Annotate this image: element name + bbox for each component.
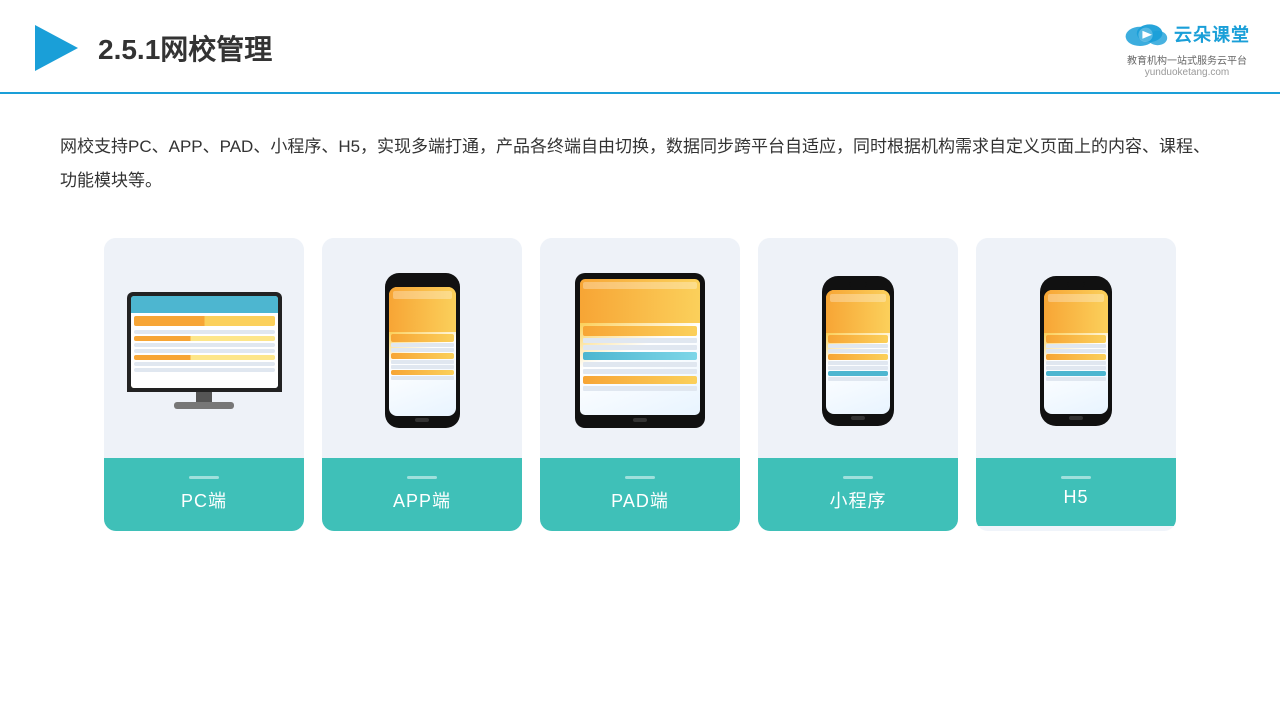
- logo-text: 云朵课堂: [1174, 21, 1250, 47]
- logo-cloud: 云朵课堂: [1124, 18, 1250, 50]
- miniapp-phone-mockup: [822, 276, 894, 426]
- header-left: 2.5.1网校管理: [30, 23, 272, 73]
- page-title: 2.5.1网校管理: [98, 28, 272, 68]
- card-pad-label: PAD端: [540, 458, 740, 531]
- card-miniapp-label: 小程序: [758, 458, 958, 531]
- card-h5-label: H5: [976, 458, 1176, 526]
- pc-screen: [131, 296, 278, 388]
- logo-subtitle: 教育机构一站式服务云平台: [1127, 52, 1247, 67]
- logo-domain: yunduoketang.com: [1145, 67, 1230, 78]
- card-pc: PC端: [104, 238, 304, 531]
- logo-area: 云朵课堂 教育机构一站式服务云平台 yunduoketang.com: [1124, 18, 1250, 78]
- play-icon: [30, 23, 80, 73]
- pc-monitor: [127, 292, 282, 392]
- pc-mockup: [124, 292, 284, 409]
- card-app-label: APP端: [322, 458, 522, 531]
- card-pad: PAD端: [540, 238, 740, 531]
- app-image-area: [322, 238, 522, 458]
- miniapp-image-area: [758, 238, 958, 458]
- card-app: APP端: [322, 238, 522, 531]
- h5-phone-mockup: [1040, 276, 1112, 426]
- page-header: 2.5.1网校管理 云朵课堂 教育机构一站式服务云平台 yunduoketang…: [0, 0, 1280, 94]
- card-pc-label: PC端: [104, 458, 304, 531]
- pc-image-area: [104, 238, 304, 458]
- description-content: 网校支持PC、APP、PAD、小程序、H5，实现多端打通，产品各终端自由切换，数…: [60, 137, 1210, 190]
- app-phone-mockup: [385, 273, 460, 428]
- pad-mockup: [575, 273, 705, 428]
- card-h5: H5: [976, 238, 1176, 531]
- h5-image-area: [976, 238, 1176, 458]
- cloud-logo-icon: [1124, 18, 1168, 50]
- card-miniapp: 小程序: [758, 238, 958, 531]
- description-text: 网校支持PC、APP、PAD、小程序、H5，实现多端打通，产品各终端自由切换，数…: [0, 94, 1280, 218]
- pad-image-area: [540, 238, 740, 458]
- cards-container: PC端: [0, 218, 1280, 561]
